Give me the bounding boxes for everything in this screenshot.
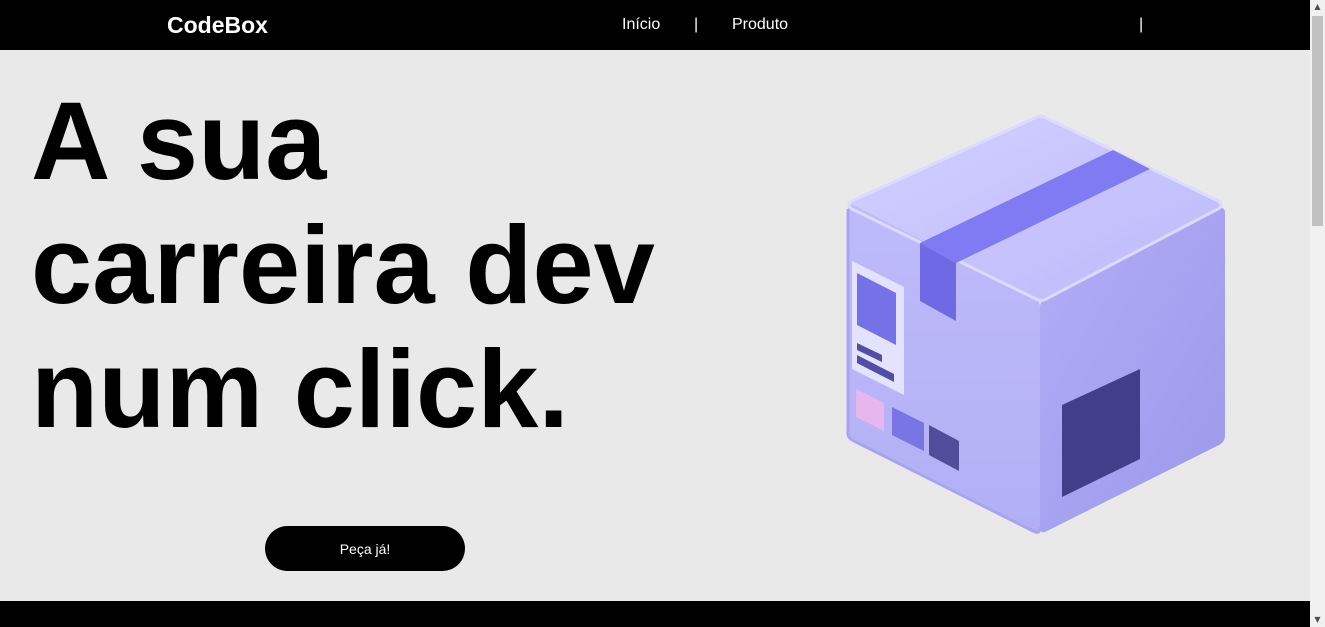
hero-title-line: A sua xyxy=(31,80,327,203)
nav-separator: | xyxy=(1139,16,1144,33)
scrollbar[interactable]: ▲ ▼ xyxy=(1310,0,1325,627)
brand-logo[interactable]: CodeBox xyxy=(167,11,268,39)
hero-title-line: carreira dev xyxy=(31,204,655,327)
package-box-icon xyxy=(846,114,1225,534)
scroll-up-arrow-icon[interactable]: ▲ xyxy=(1310,0,1325,14)
scroll-down-arrow-icon[interactable]: ▼ xyxy=(1310,613,1325,627)
nav-separator: | xyxy=(694,16,699,33)
hero-title: A sua carreira dev num click. xyxy=(31,80,691,452)
nav-link-inicio[interactable]: Início xyxy=(622,15,660,34)
main-content: CodeBox Início | Produto | A sua carreir… xyxy=(0,0,1310,627)
nav-link-produto[interactable]: Produto xyxy=(732,15,788,34)
footer-bar xyxy=(0,601,1310,627)
navbar: CodeBox Início | Produto | xyxy=(0,0,1310,50)
hero-title-line: num click. xyxy=(31,328,569,451)
page: CodeBox Início | Produto | A sua carreir… xyxy=(0,0,1325,627)
scroll-thumb[interactable] xyxy=(1312,16,1323,226)
order-now-button[interactable]: Peça já! xyxy=(265,526,465,571)
